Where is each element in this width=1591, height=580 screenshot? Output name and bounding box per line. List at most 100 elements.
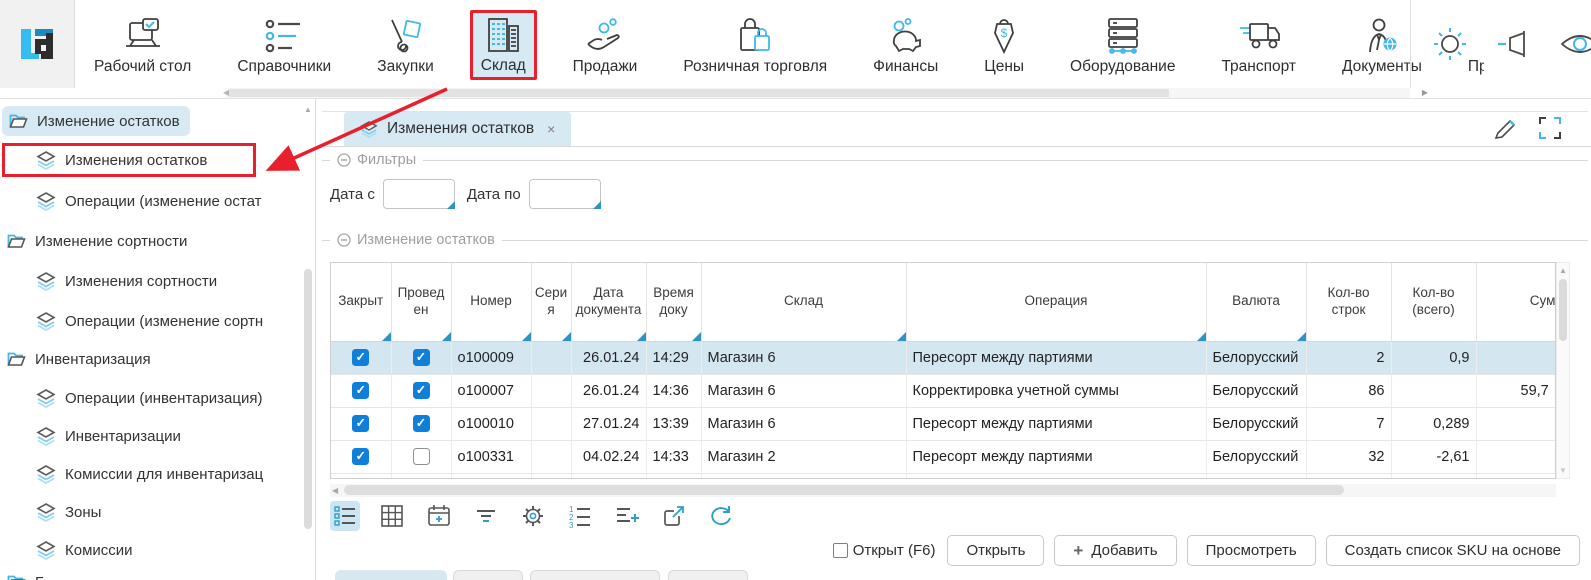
toolbar-item-warehouse[interactable]: Склад bbox=[470, 10, 537, 80]
clipped-bottom-button[interactable] bbox=[668, 570, 748, 580]
table-horizontal-scrollbar[interactable]: ◀ bbox=[330, 484, 1556, 497]
collapse-icon[interactable] bbox=[337, 233, 351, 247]
tree-item-inventory-commissions[interactable]: Комиссии для инвентаризац bbox=[36, 459, 313, 489]
clipped-bottom-button[interactable] bbox=[453, 570, 523, 580]
filters-row: Дата с Дата по bbox=[330, 179, 601, 209]
settings-button[interactable] bbox=[518, 501, 548, 531]
toolbar-item-prices[interactable]: $ Цены bbox=[974, 12, 1034, 80]
tree-item-balance-changes[interactable]: Изменения остатков bbox=[2, 143, 256, 177]
list-view-button[interactable] bbox=[330, 501, 360, 531]
scroll-down-arrow[interactable]: ▼ bbox=[1559, 466, 1567, 475]
toolbar-scrollbar-thumb[interactable] bbox=[229, 89, 1169, 97]
toolbar-item-finance[interactable]: Финансы bbox=[863, 12, 948, 80]
col-header-date[interactable]: Дата документа bbox=[571, 263, 646, 341]
col-header-operation[interactable]: Операция bbox=[906, 263, 1206, 341]
calendar-view-button[interactable] bbox=[424, 501, 454, 531]
open-checkbox[interactable] bbox=[833, 543, 848, 558]
toolbar-item-documents[interactable]: Документы bbox=[1332, 12, 1432, 80]
col-header-posted[interactable]: Проведен bbox=[391, 263, 451, 341]
toolbar-item-equipment[interactable]: Оборудование bbox=[1060, 12, 1185, 80]
scroll-left-arrow[interactable]: ◀ bbox=[332, 486, 338, 495]
expand-fullscreen-icon[interactable] bbox=[1537, 115, 1563, 141]
sun-icon[interactable] bbox=[1430, 24, 1470, 64]
table-vscrollbar-thumb[interactable] bbox=[1559, 279, 1567, 341]
clipped-bottom-button[interactable] bbox=[530, 570, 660, 580]
col-header-qty-total[interactable]: Кол-во (всего) bbox=[1391, 263, 1476, 341]
col-header-line-count[interactable]: Кол-во строк bbox=[1306, 263, 1391, 341]
scroll-right-arrow[interactable]: ▶ bbox=[1422, 88, 1428, 97]
col-header-warehouse[interactable]: Склад bbox=[701, 263, 906, 341]
table-vertical-scrollbar[interactable]: ▲ ▼ bbox=[1556, 262, 1570, 479]
collapse-icon[interactable] bbox=[337, 153, 351, 167]
sidebar-scrollbar-thumb[interactable] bbox=[304, 269, 312, 529]
cell-operation: Пересорт между партиями bbox=[906, 440, 1206, 473]
filter-button[interactable] bbox=[471, 501, 501, 531]
refresh-button[interactable] bbox=[706, 501, 736, 531]
closed-checkbox[interactable] bbox=[352, 415, 369, 432]
col-header-series[interactable]: Серия bbox=[531, 263, 571, 341]
tree-item-commissions[interactable]: Комиссии bbox=[36, 535, 133, 565]
clipped-bottom-tab[interactable] bbox=[335, 570, 447, 580]
tree-item-grade-changes[interactable]: Изменения сортности bbox=[36, 266, 217, 296]
table-row[interactable]: o100007 26.01.24 14:36 Магазин 6 Коррект… bbox=[331, 374, 1556, 407]
table-hscrollbar-thumb[interactable] bbox=[344, 485, 1344, 495]
open-button[interactable]: Открыть bbox=[947, 535, 1044, 566]
tab-close-icon[interactable]: × bbox=[547, 121, 555, 137]
tab-balance-changes[interactable]: Изменения остатков × bbox=[344, 112, 571, 146]
posted-checkbox[interactable] bbox=[413, 382, 430, 399]
tree-folder-inventory[interactable]: Инвентаризация bbox=[6, 344, 151, 374]
numbered-list-button[interactable]: 1 2 3 bbox=[565, 501, 595, 531]
tree-item-zones[interactable]: Зоны bbox=[36, 497, 101, 527]
svg-text:3: 3 bbox=[569, 521, 574, 529]
tree-item-operations-grade[interactable]: Операции (изменение сортн bbox=[36, 306, 313, 336]
tree-folder-grade-change[interactable]: Изменение сортности bbox=[6, 226, 187, 256]
tree-item-operations-inventory[interactable]: Операции (инвентаризация) bbox=[36, 383, 263, 413]
col-header-number[interactable]: Номер bbox=[451, 263, 531, 341]
table-row[interactable]: o100010 27.01.24 13:39 Магазин 6 Пересор… bbox=[331, 407, 1556, 440]
tree-folder-clipped[interactable]: Б bbox=[6, 567, 45, 580]
app-logo[interactable] bbox=[0, 0, 75, 88]
tree-item-operations-balance[interactable]: Операции (изменение остат bbox=[36, 186, 313, 216]
toolbar-item-purchases[interactable]: Закупки bbox=[367, 12, 444, 80]
cell-currency: Белорусский bbox=[1206, 341, 1306, 374]
toolbar-item-transport[interactable]: Транспорт bbox=[1211, 12, 1306, 80]
cell-number: o100009 bbox=[451, 341, 531, 374]
posted-checkbox[interactable] bbox=[413, 349, 430, 366]
toolbar-scrollbar[interactable]: ◀ ▶ bbox=[225, 88, 1410, 98]
add-lines-button[interactable] bbox=[612, 501, 642, 531]
date-from-input[interactable] bbox=[383, 179, 455, 209]
toolbar-item-desktop[interactable]: Рабочий стол bbox=[84, 12, 201, 80]
view-button[interactable]: Просмотреть bbox=[1187, 535, 1316, 566]
add-button[interactable]: +Добавить bbox=[1054, 535, 1176, 566]
col-header-currency[interactable]: Валюта bbox=[1206, 263, 1306, 341]
scroll-up-arrow[interactable]: ▲ bbox=[1559, 266, 1567, 275]
sidebar-scrollbar[interactable]: ▲ bbox=[302, 101, 314, 579]
edit-pencil-icon[interactable] bbox=[1493, 115, 1519, 141]
megaphone-icon[interactable] bbox=[1496, 25, 1534, 63]
closed-checkbox[interactable] bbox=[352, 448, 369, 465]
col-header-sum[interactable]: Сумма bbox=[1476, 263, 1556, 341]
posted-checkbox[interactable] bbox=[413, 415, 430, 432]
toolbar-item-sales[interactable]: Продажи bbox=[563, 12, 648, 80]
cell-series bbox=[531, 341, 571, 374]
table-row[interactable]: o100331 04.02.24 14:33 Магазин 2 Пересор… bbox=[331, 440, 1556, 473]
closed-checkbox[interactable] bbox=[352, 349, 369, 366]
col-header-closed[interactable]: Закрыт bbox=[331, 263, 391, 341]
layers-icon bbox=[36, 151, 56, 170]
grid-view-button[interactable] bbox=[377, 501, 407, 531]
price-tag-icon: $ bbox=[986, 18, 1022, 54]
open-external-button[interactable] bbox=[659, 501, 689, 531]
col-header-time[interactable]: Время доку bbox=[646, 263, 701, 341]
posted-checkbox[interactable] bbox=[413, 448, 430, 465]
create-sku-list-button[interactable]: Создать список SKU на основе bbox=[1326, 535, 1580, 566]
toolbar-item-catalogs[interactable]: Справочники bbox=[227, 12, 341, 80]
date-to-input[interactable] bbox=[529, 179, 601, 209]
scroll-up-arrow[interactable]: ▲ bbox=[304, 105, 312, 114]
tree-folder-balance-change[interactable]: Изменение остатков bbox=[2, 106, 190, 136]
open-checkbox-wrap[interactable]: Открыт (F6) bbox=[833, 542, 936, 559]
table-row[interactable]: o100009 26.01.24 14:29 Магазин 6 Пересор… bbox=[331, 341, 1556, 374]
closed-checkbox[interactable] bbox=[352, 382, 369, 399]
toolbar-item-retail[interactable]: Розничная торговля bbox=[673, 12, 837, 80]
tree-item-inventories[interactable]: Инвентаризации bbox=[36, 421, 181, 451]
eye-icon[interactable] bbox=[1560, 24, 1591, 64]
